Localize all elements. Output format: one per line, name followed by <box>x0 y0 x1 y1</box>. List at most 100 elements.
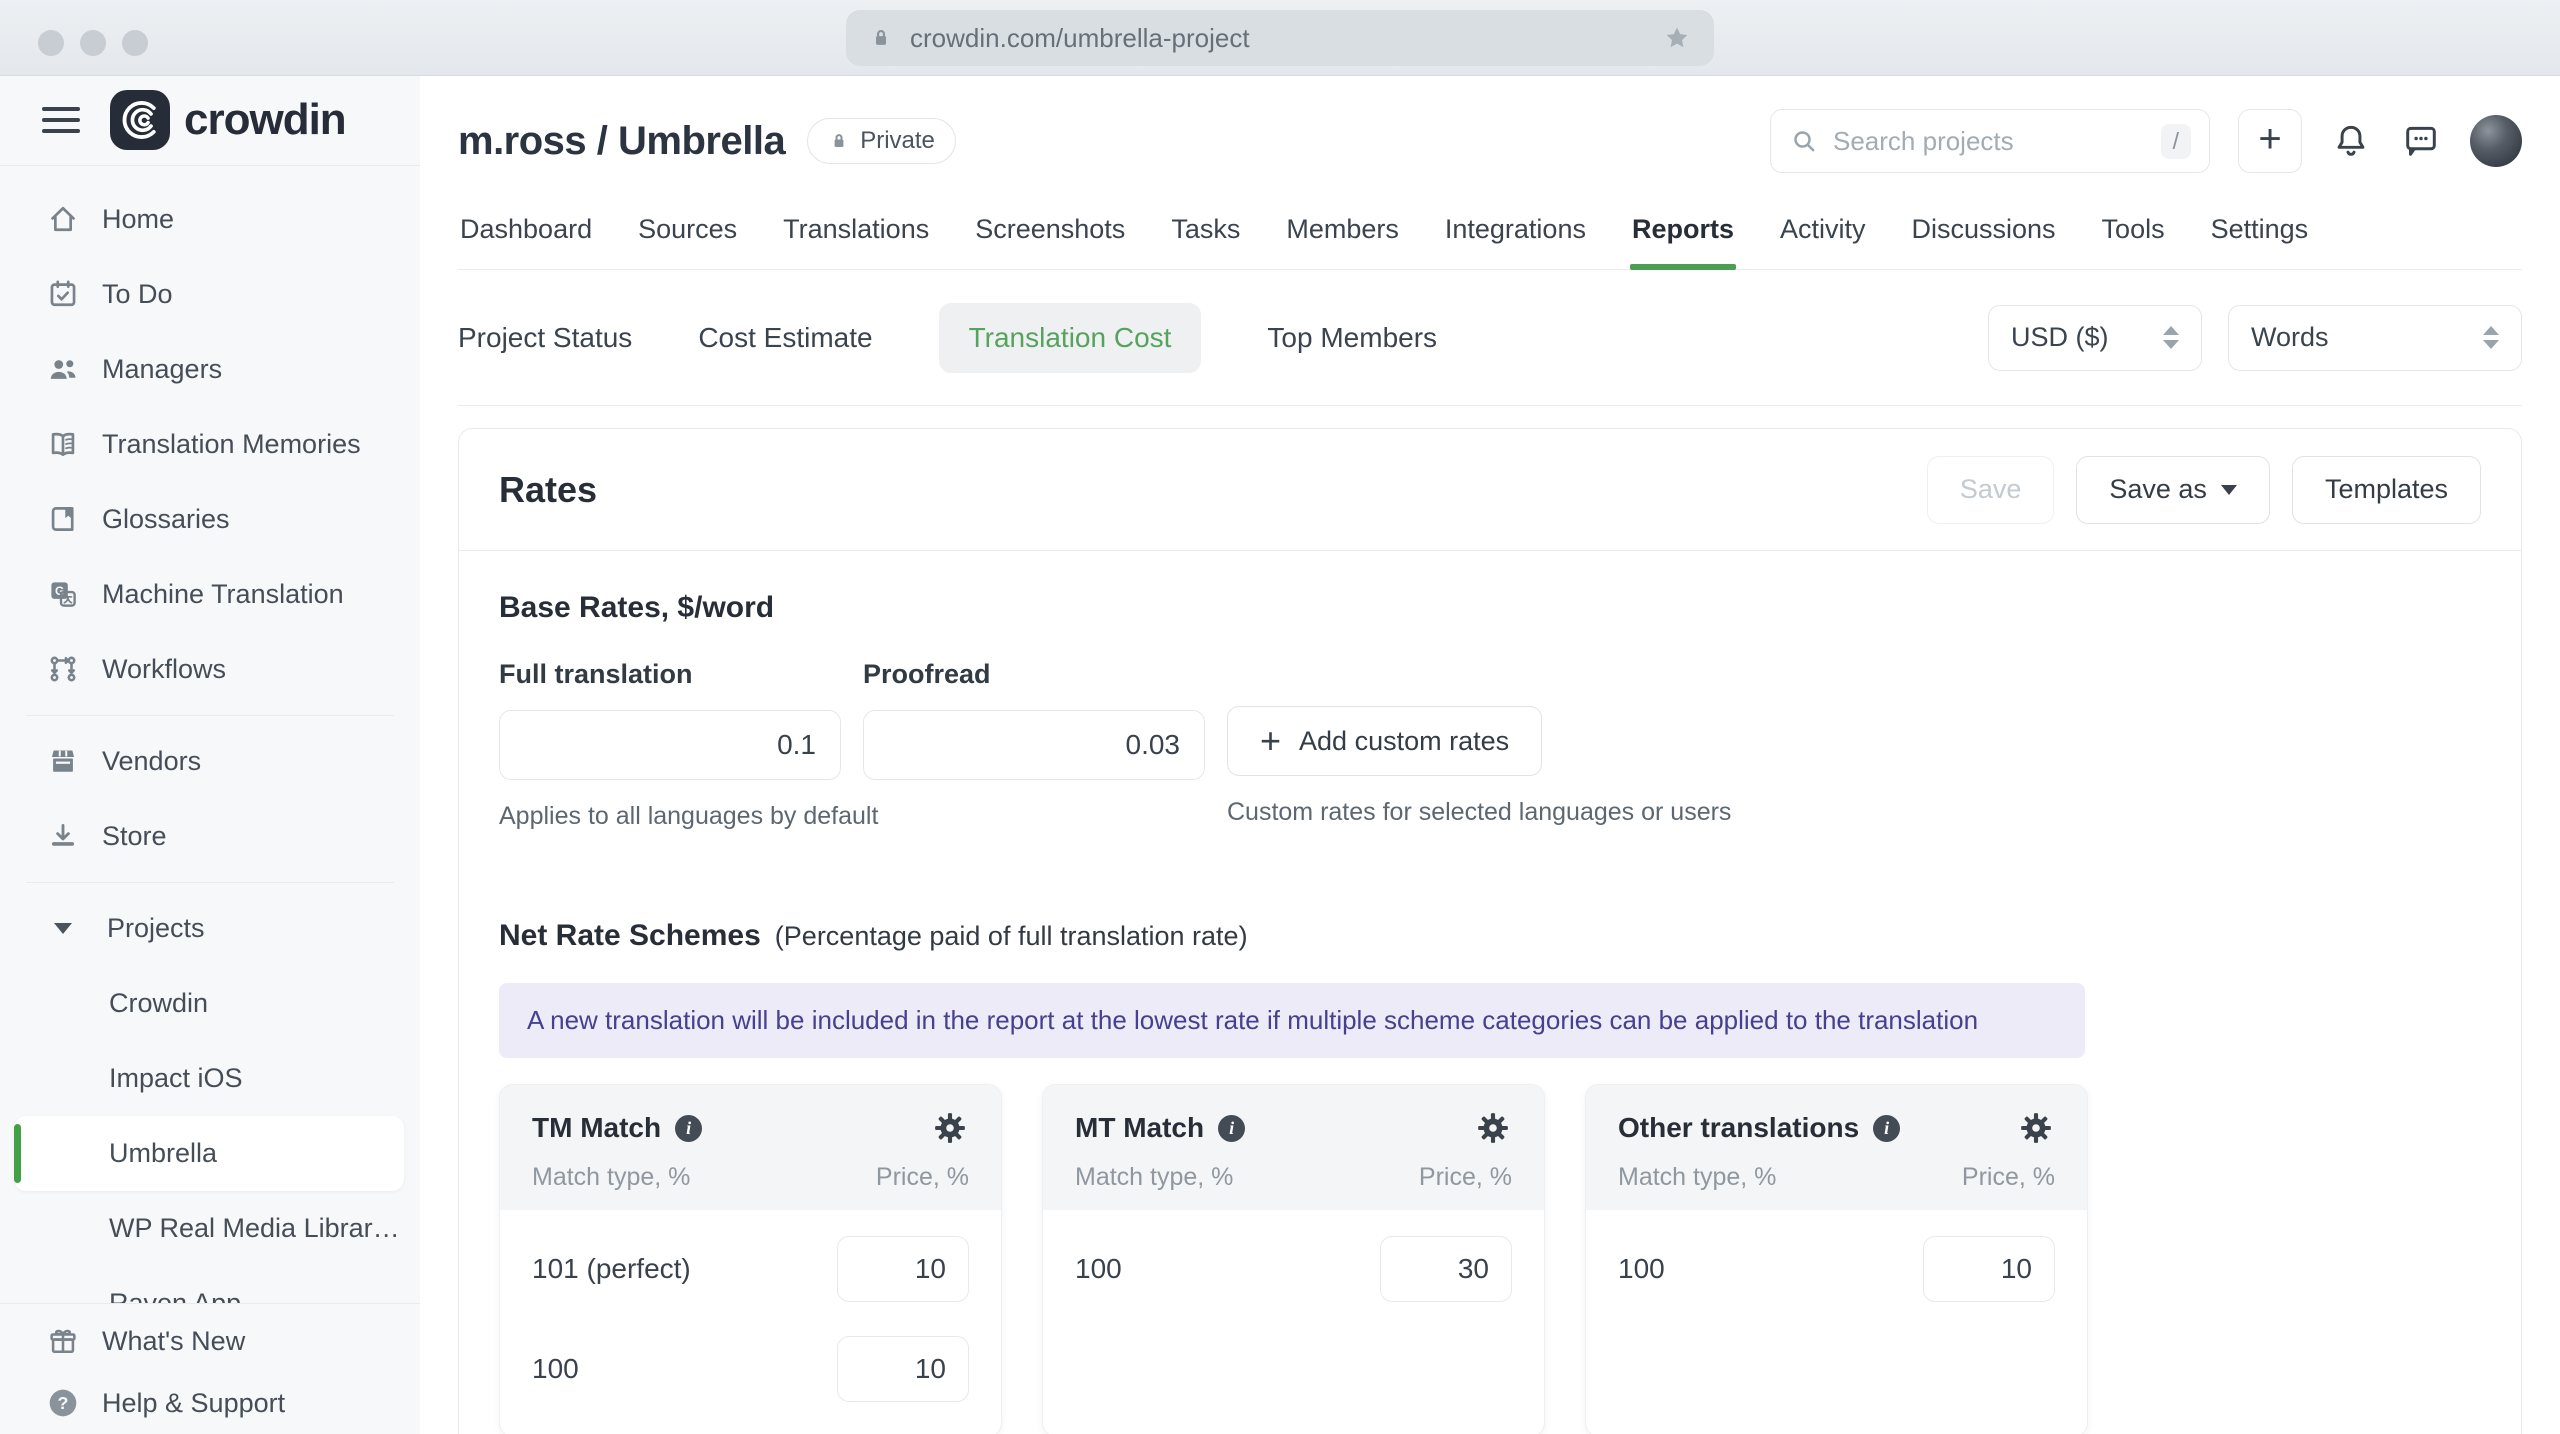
lock-icon <box>876 30 886 45</box>
main-content: m.ross / Umbrella Private / + <box>420 76 2560 1434</box>
browser-chrome: crowdin.com/umbrella-project <box>0 0 2560 76</box>
search-icon <box>1794 131 1815 152</box>
save-button[interactable]: Save <box>1926 455 2055 524</box>
download-icon <box>51 824 75 847</box>
sidebar-item-translation-memories[interactable]: Translation Memories <box>0 407 420 482</box>
price-input[interactable] <box>837 1336 969 1402</box>
rate-row: 101 (perfect) <box>532 1236 969 1302</box>
window-controls[interactable] <box>38 30 148 56</box>
window-zoom-button[interactable] <box>122 30 148 56</box>
people-icon <box>50 360 76 380</box>
info-icon[interactable]: i <box>675 1114 703 1142</box>
save-as-button[interactable]: Save as <box>2076 455 2270 524</box>
sidebar-item-managers[interactable]: Managers <box>0 332 420 407</box>
sidebar-project-impact-ios[interactable]: Impact iOS <box>14 1041 404 1116</box>
tab-translations[interactable]: Translations <box>781 200 931 269</box>
bell-icon[interactable] <box>2330 120 2372 162</box>
price-input[interactable] <box>1923 1236 2055 1302</box>
sidebar-item-workflows[interactable]: Workflows <box>0 632 420 707</box>
project-tabs: Dashboard Sources Translations Screensho… <box>458 200 2522 270</box>
chat-icon[interactable] <box>2400 120 2442 162</box>
sidebar-item-vendors[interactable]: Vendors <box>0 724 420 799</box>
window-close-button[interactable] <box>38 30 64 56</box>
sidebar-item-home[interactable]: Home <box>0 182 420 257</box>
tab-integrations[interactable]: Integrations <box>1443 200 1588 269</box>
tab-sources[interactable]: Sources <box>636 200 739 269</box>
add-custom-rates-button[interactable]: + Add custom rates <box>1227 706 1543 776</box>
card-title: MT Match <box>1075 1112 1205 1143</box>
custom-rates-helper: Custom rates for selected languages or u… <box>1227 798 1732 826</box>
sorter-icon <box>2483 326 2499 349</box>
book-icon <box>51 507 74 532</box>
sidebar: crowdin Home To Do Managers Translation … <box>0 76 420 1434</box>
tab-settings[interactable]: Settings <box>2209 200 2311 269</box>
hamburger-menu-icon[interactable] <box>42 100 80 140</box>
tab-tools[interactable]: Tools <box>2100 200 2167 269</box>
sidebar-item-projects[interactable]: Projects <box>0 891 420 966</box>
svg-text:?: ? <box>58 1393 69 1413</box>
tab-reports[interactable]: Reports <box>1629 200 1737 270</box>
info-icon[interactable]: i <box>1873 1114 1901 1142</box>
subtab-translation-cost[interactable]: Translation Cost <box>938 302 1202 373</box>
currency-select[interactable]: USD ($) <box>1988 304 2202 371</box>
gear-icon[interactable] <box>931 1109 969 1147</box>
subtab-project-status[interactable]: Project Status <box>458 322 632 354</box>
home-icon <box>51 207 75 232</box>
tab-dashboard[interactable]: Dashboard <box>458 200 594 269</box>
sidebar-project-raven-app[interactable]: Raven App <box>14 1266 404 1303</box>
match-type-column-label: Match type, % <box>1075 1163 1234 1191</box>
search-input[interactable] <box>1833 125 2147 157</box>
tab-screenshots[interactable]: Screenshots <box>973 200 1127 269</box>
sidebar-item-store[interactable]: Store <box>0 799 420 874</box>
sidebar-project-wp-real-media-library[interactable]: WP Real Media Library (un… <box>14 1191 404 1266</box>
window-minimize-button[interactable] <box>80 30 106 56</box>
sidebar-project-crowdin[interactable]: Crowdin <box>14 966 404 1041</box>
user-avatar[interactable] <box>2470 115 2522 167</box>
full-translation-input[interactable] <box>499 710 841 780</box>
price-input[interactable] <box>1380 1236 1512 1302</box>
rates-title: Rates <box>499 468 598 510</box>
sidebar-nav: Home To Do Managers Translation Memories… <box>0 166 420 1303</box>
workflow-icon <box>50 656 76 682</box>
search-box[interactable]: / <box>1770 109 2210 173</box>
subtab-top-members[interactable]: Top Members <box>1267 322 1437 354</box>
tab-discussions[interactable]: Discussions <box>1910 200 2058 269</box>
rates-panel: Rates Save Save as Templates Base Rates,… <box>458 428 2522 1434</box>
gear-icon[interactable] <box>1474 1109 1512 1147</box>
proofread-input[interactable] <box>863 710 1205 780</box>
tab-activity[interactable]: Activity <box>1778 200 1868 269</box>
lock-icon <box>834 134 844 147</box>
crowdin-logo[interactable]: crowdin <box>110 90 347 151</box>
full-translation-helper: Applies to all languages by default <box>499 802 879 830</box>
proofread-label: Proofread <box>863 659 991 689</box>
tab-members[interactable]: Members <box>1284 200 1401 269</box>
gear-icon[interactable] <box>2017 1109 2055 1147</box>
unit-select[interactable]: Words <box>2228 304 2522 371</box>
plus-icon: + <box>1260 720 1282 761</box>
info-icon[interactable]: i <box>1218 1114 1246 1142</box>
match-type-column-label: Match type, % <box>1618 1163 1777 1191</box>
sidebar-footer: What's New ? Help & Support <box>0 1303 420 1434</box>
price-column-label: Price, % <box>875 1163 969 1191</box>
subtab-cost-estimate[interactable]: Cost Estimate <box>698 322 872 354</box>
create-project-button[interactable]: + <box>2238 109 2302 173</box>
star-icon[interactable] <box>1662 23 1692 53</box>
url-text: crowdin.com/umbrella-project <box>910 22 1250 53</box>
card-title: TM Match <box>532 1112 662 1143</box>
net-rate-schemes-heading: Net Rate Schemes <box>499 919 761 952</box>
todo-calendar-icon <box>50 280 76 307</box>
sidebar-item-help-support[interactable]: ? Help & Support <box>0 1372 420 1434</box>
full-translation-label: Full translation <box>499 659 693 689</box>
sidebar-item-whats-new[interactable]: What's New <box>0 1310 420 1372</box>
sidebar-item-machine-translation[interactable]: G Machine Translation <box>0 557 420 632</box>
address-bar[interactable]: crowdin.com/umbrella-project <box>846 10 1714 66</box>
price-input[interactable] <box>837 1236 969 1302</box>
chevron-down-icon <box>2220 484 2237 495</box>
sidebar-project-umbrella[interactable]: Umbrella <box>14 1115 404 1191</box>
tab-tasks[interactable]: Tasks <box>1169 200 1242 269</box>
mt-match-card: MT Match i Match type, % Price, % 100 30 <box>1042 1084 1545 1434</box>
templates-button[interactable]: Templates <box>2291 455 2481 524</box>
sidebar-item-todo[interactable]: To Do <box>0 257 420 332</box>
sidebar-item-glossaries[interactable]: Glossaries <box>0 482 420 557</box>
svg-text:G: G <box>55 584 64 598</box>
